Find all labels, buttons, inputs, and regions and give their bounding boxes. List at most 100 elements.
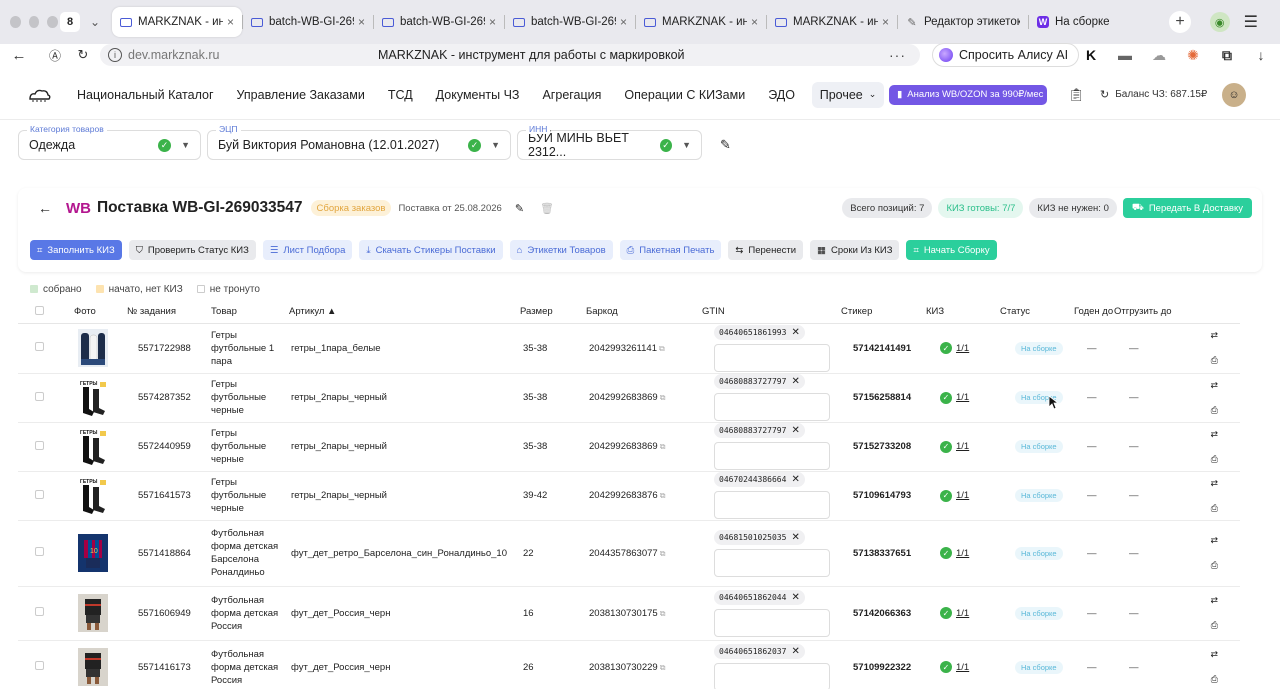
- nav-item[interactable]: ЭДО: [768, 88, 795, 102]
- pick-list-button[interactable]: ☰ Лист Подбора: [262, 240, 353, 260]
- close-tab-icon[interactable]: ×: [489, 15, 496, 29]
- header-size[interactable]: Размер: [511, 301, 577, 324]
- transfer-icon[interactable]: ⇄: [1210, 380, 1218, 391]
- table-row[interactable]: ГЕТРЫ 5571641573 Гетры футбольные черные ге…: [18, 471, 1240, 521]
- printer-icon[interactable]: ⎙: [1211, 355, 1218, 366]
- cloud-extension-icon[interactable]: ☁: [1150, 46, 1168, 64]
- browser-tab[interactable]: ✎ Редактор этикеток: [898, 7, 1028, 37]
- kiz-input[interactable]: [714, 491, 830, 519]
- clipboard-icon[interactable]: 📋︎: [1068, 87, 1085, 103]
- row-checkbox[interactable]: [35, 342, 44, 351]
- back-arrow-icon[interactable]: ←: [6, 47, 32, 64]
- minimize-window-button[interactable]: [28, 16, 40, 28]
- product-photo[interactable]: [78, 329, 108, 367]
- new-tab-button[interactable]: +: [1169, 11, 1191, 33]
- download-icon[interactable]: ↓: [1252, 46, 1270, 64]
- header-gtin[interactable]: GTIN: [702, 301, 841, 324]
- copy-icon[interactable]: ⧉: [660, 549, 666, 558]
- kiz-status[interactable]: ✓ 1/1: [940, 342, 1000, 354]
- category-select[interactable]: Категория товаров Одежда ✓ ▼: [18, 124, 201, 160]
- remove-gtin-icon[interactable]: ✕: [791, 592, 799, 603]
- transfer-button[interactable]: ⇆ Перенести: [728, 240, 804, 260]
- fill-kiz-button[interactable]: ⌗ Заполнить КИЗ: [30, 240, 122, 260]
- puzzle-extension-icon[interactable]: ⧉: [1218, 46, 1236, 64]
- kiz-status[interactable]: ✓ 1/1: [940, 489, 1000, 502]
- ask-alice-button[interactable]: Спросить Алису AI: [932, 43, 1080, 67]
- printer-icon[interactable]: ⎙: [1211, 674, 1218, 685]
- kiz-input[interactable]: [714, 442, 830, 470]
- remove-gtin-icon[interactable]: ✕: [791, 646, 799, 657]
- product-photo[interactable]: ГЕТРЫ: [78, 427, 108, 466]
- printer-icon[interactable]: ⎙: [1211, 620, 1218, 631]
- header-expiry[interactable]: Годен до: [1074, 301, 1114, 324]
- kiz-status[interactable]: ✓ 1/1: [940, 661, 1000, 673]
- bag-extension-icon[interactable]: ▬: [1116, 46, 1134, 64]
- transfer-icon[interactable]: ⇄: [1210, 649, 1218, 660]
- kiz-status[interactable]: ✓ 1/1: [940, 440, 1000, 453]
- profile-icon[interactable]: ◉: [1209, 12, 1230, 32]
- table-row[interactable]: ГЕТРЫ 5572440959 Гетры футбольные черные ге…: [18, 422, 1240, 472]
- nav-item[interactable]: Документы ЧЗ: [436, 88, 520, 102]
- kiz-dates-button[interactable]: ▦ Сроки Из КИЗ: [810, 240, 900, 260]
- row-checkbox[interactable]: [35, 547, 44, 556]
- transfer-icon[interactable]: ⇄: [1210, 595, 1218, 606]
- close-tab-icon[interactable]: ×: [882, 15, 889, 29]
- tab-count-badge[interactable]: 8: [60, 12, 80, 32]
- header-sticker[interactable]: Стикер: [841, 301, 926, 324]
- remove-gtin-icon[interactable]: ✕: [791, 474, 799, 485]
- printer-icon[interactable]: ⎙: [1211, 454, 1218, 465]
- reload-icon[interactable]: ↻: [70, 47, 96, 63]
- kiz-input[interactable]: [714, 548, 830, 577]
- kiz-status[interactable]: ✓ 1/1: [940, 547, 1000, 559]
- close-window-button[interactable]: [10, 16, 21, 28]
- table-row[interactable]: 5571722988 Гетры футбольные 1 пара гетры_1…: [18, 323, 1240, 374]
- balance-indicator[interactable]: ↻ Баланс ЧЗ: 687.15₽: [1100, 88, 1207, 101]
- printer-icon[interactable]: ⎙: [1211, 503, 1218, 514]
- product-photo[interactable]: [78, 648, 108, 686]
- nav-item[interactable]: Управление Заказами: [237, 88, 365, 102]
- header-status[interactable]: Статус: [1000, 301, 1074, 324]
- row-checkbox[interactable]: [35, 489, 44, 499]
- analytics-promo-button[interactable]: ▮ Анализ WB/OZON за 990₽/мес: [889, 84, 1047, 105]
- table-row[interactable]: 5571416173 Футбольная форма детская Росси…: [18, 640, 1240, 689]
- kiz-status[interactable]: ✓ 1/1: [940, 391, 1000, 404]
- sun-extension-icon[interactable]: ✺: [1184, 46, 1202, 64]
- ecp-select[interactable]: ЭЦП Буй Виктория Романовна (12.01.2027) …: [207, 124, 511, 160]
- nav-item[interactable]: Агрегация: [542, 88, 601, 102]
- nav-item[interactable]: ТСД: [388, 88, 413, 102]
- browser-tab[interactable]: batch-WB-GI-26903354 ×: [243, 7, 373, 37]
- kompass-extension-icon[interactable]: K: [1082, 46, 1100, 64]
- start-assembly-button[interactable]: ⌗ Начать Сборку: [906, 240, 997, 260]
- copy-icon[interactable]: ⧉: [660, 663, 666, 672]
- row-checkbox[interactable]: [35, 440, 44, 450]
- product-photo[interactable]: ГЕТРЫ: [78, 378, 108, 417]
- close-tab-icon[interactable]: ×: [751, 15, 758, 29]
- kiz-input[interactable]: [714, 393, 830, 421]
- kiz-status[interactable]: ✓ 1/1: [940, 607, 1000, 619]
- remove-gtin-icon[interactable]: ✕: [791, 376, 799, 387]
- edit-pencil-icon[interactable]: ✎: [720, 137, 731, 153]
- remove-gtin-icon[interactable]: ✕: [791, 327, 799, 338]
- yandex-id-icon[interactable]: Ⓐ: [42, 47, 68, 64]
- transfer-icon[interactable]: ⇄: [1210, 429, 1218, 440]
- kiz-input[interactable]: [714, 608, 830, 637]
- inn-select[interactable]: ИНН БУЙ МИНЬ ВЬЕТ 2312... ✓ ▼: [517, 124, 702, 160]
- close-tab-icon[interactable]: ×: [358, 15, 365, 29]
- header-barcode[interactable]: Баркод: [577, 301, 702, 324]
- product-photo[interactable]: ГЕТРЫ: [78, 476, 108, 515]
- table-row[interactable]: 5571606949 Футбольная форма детская Росси…: [18, 586, 1240, 641]
- close-tab-icon[interactable]: ×: [620, 15, 627, 29]
- browser-tab[interactable]: MARKZNAK - инстр ×: [112, 7, 242, 37]
- more-options-icon[interactable]: ···: [889, 47, 906, 63]
- copy-icon[interactable]: ⧉: [660, 442, 666, 451]
- header-task[interactable]: № задания: [124, 301, 202, 324]
- header-kiz[interactable]: КИЗ: [926, 301, 1000, 324]
- kiz-input[interactable]: [714, 343, 830, 372]
- back-arrow-icon[interactable]: ←: [38, 200, 52, 216]
- edit-pencil-icon[interactable]: ✎: [515, 202, 524, 215]
- site-info-icon[interactable]: i: [108, 48, 122, 62]
- more-menu-button[interactable]: Прочее ⌄: [812, 81, 884, 108]
- transfer-icon[interactable]: ⇄: [1210, 535, 1218, 546]
- copy-icon[interactable]: ⧉: [659, 344, 665, 353]
- header-article[interactable]: Артикул ▲: [280, 301, 511, 324]
